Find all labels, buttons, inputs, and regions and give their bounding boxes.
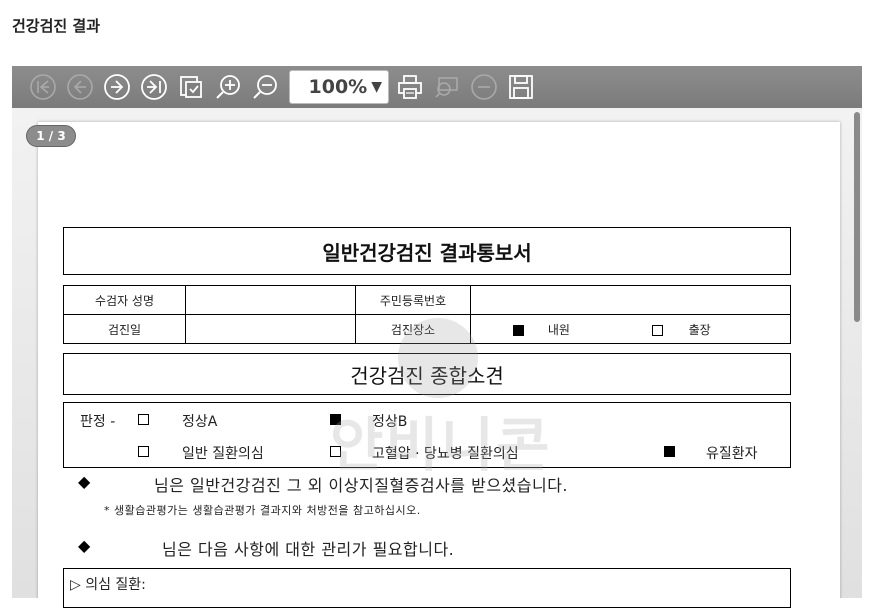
print-preview-button[interactable] [432, 72, 462, 102]
save-icon [509, 75, 533, 99]
judgement-opt2-label: 정상B [372, 414, 408, 430]
scrollbar-thumb[interactable] [854, 112, 860, 322]
suspected-disease-box: ▷ 의심 질환: [63, 568, 791, 608]
patient-info-table: 수검자 성명 주민등록번호 검진일 검진장소 내원 출장 [63, 285, 791, 344]
print-icon [398, 75, 422, 99]
chevron-down-icon: ▼ [371, 79, 382, 95]
judgement-opt1-checkbox [138, 414, 149, 425]
next-page-icon [104, 74, 130, 100]
scrollbar[interactable] [850, 108, 862, 598]
export-icon [180, 76, 202, 98]
place-option1-checkbox [513, 324, 524, 336]
save-button[interactable] [506, 72, 536, 102]
zoom-out-button[interactable] [250, 72, 280, 102]
summary-line2: 님은 다음 사항에 대한 관리가 필요합니다. [162, 540, 455, 559]
document-title: 일반건강검진 결과통보서 [63, 227, 791, 275]
judgement-box: 판정 - 정상A 정상B 일반 질환의심 고혈압 · 당뇨병 질환의심 유질환자 [63, 402, 791, 468]
place-label: 검진장소 [355, 314, 471, 344]
judgement-opt4-checkbox [330, 446, 341, 457]
zoom-value: 100% [308, 76, 368, 98]
name-value [185, 285, 356, 315]
id-value [470, 285, 791, 315]
lifestyle-note: * 생활습관평가는 생활습관평가 결과지와 처방전을 참고하십시오. [104, 504, 421, 517]
last-page-button[interactable] [139, 72, 169, 102]
judgement-opt1-label: 정상A [182, 414, 218, 430]
place-option1-label: 내원 [547, 322, 570, 337]
summary-line1: 님은 일반건강검진 그 외 이상지질혈증검사를 받으셨습니다. [154, 476, 569, 495]
bullet-diamond-icon: ◆ [78, 472, 91, 491]
id-label: 주민등록번호 [355, 285, 471, 315]
zoom-select[interactable]: 100% ▼ [289, 70, 389, 104]
prev-page-icon [67, 74, 93, 100]
close-icon [471, 74, 497, 100]
page-indicator: 1 / 3 [26, 125, 76, 147]
first-page-icon [30, 74, 56, 100]
export-button[interactable] [176, 72, 206, 102]
bullet-diamond-icon: ◆ [78, 536, 91, 555]
place-option2-checkbox [651, 324, 663, 336]
print-preview-icon [435, 77, 458, 98]
page-title: 건강검진 결과 [12, 17, 101, 35]
judgement-opt2-checkbox [330, 414, 341, 425]
judgement-opt4-label: 고혈압 · 당뇨병 질환의심 [372, 446, 519, 462]
date-label: 검진일 [63, 314, 186, 344]
zoom-in-button[interactable] [213, 72, 243, 102]
zoom-out-icon [253, 75, 277, 99]
date-value [185, 314, 356, 344]
place-options: 내원 출장 [470, 314, 791, 344]
prev-page-button[interactable] [65, 72, 95, 102]
section-title: 건강검진 종합소견 [63, 353, 791, 395]
close-button[interactable] [469, 72, 499, 102]
suspected-disease-label: ▷ 의심 질환: [70, 577, 146, 593]
place-option2-label: 출장 [688, 322, 711, 337]
name-label: 수검자 성명 [63, 285, 186, 315]
judgement-opt5-checkbox [664, 446, 675, 457]
zoom-in-icon [216, 75, 240, 99]
judgement-label: 판정 - [80, 414, 116, 430]
judgement-opt5-label: 유질환자 [706, 446, 758, 462]
last-page-icon [141, 74, 167, 100]
print-button[interactable] [395, 72, 425, 102]
viewer-toolbar: 100% ▼ [12, 66, 862, 108]
first-page-button[interactable] [28, 72, 58, 102]
judgement-opt3-label: 일반 질환의심 [182, 446, 264, 462]
next-page-button[interactable] [102, 72, 132, 102]
judgement-opt3-checkbox [138, 446, 149, 457]
